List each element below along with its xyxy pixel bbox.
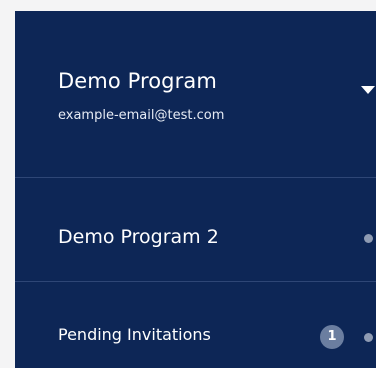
caret-down-icon[interactable] — [361, 86, 375, 94]
pending-invitations-label: Pending Invitations — [58, 325, 211, 344]
program-item-label: Demo Program 2 — [58, 226, 219, 248]
current-program-name: Demo Program — [58, 69, 217, 93]
account-email: example-email@test.com — [58, 108, 225, 123]
status-dot-icon — [364, 333, 373, 342]
program-item-demo-program-2[interactable]: Demo Program 2 — [15, 178, 376, 281]
pending-invitations-count-badge: 1 — [320, 325, 344, 349]
current-program-header[interactable]: Demo Program example-email@test.com — [15, 11, 376, 177]
pending-invitations-item[interactable]: Pending Invitations 1 — [15, 282, 376, 368]
program-switcher-panel: Demo Program example-email@test.com Demo… — [15, 11, 376, 368]
status-dot-icon — [364, 234, 373, 243]
